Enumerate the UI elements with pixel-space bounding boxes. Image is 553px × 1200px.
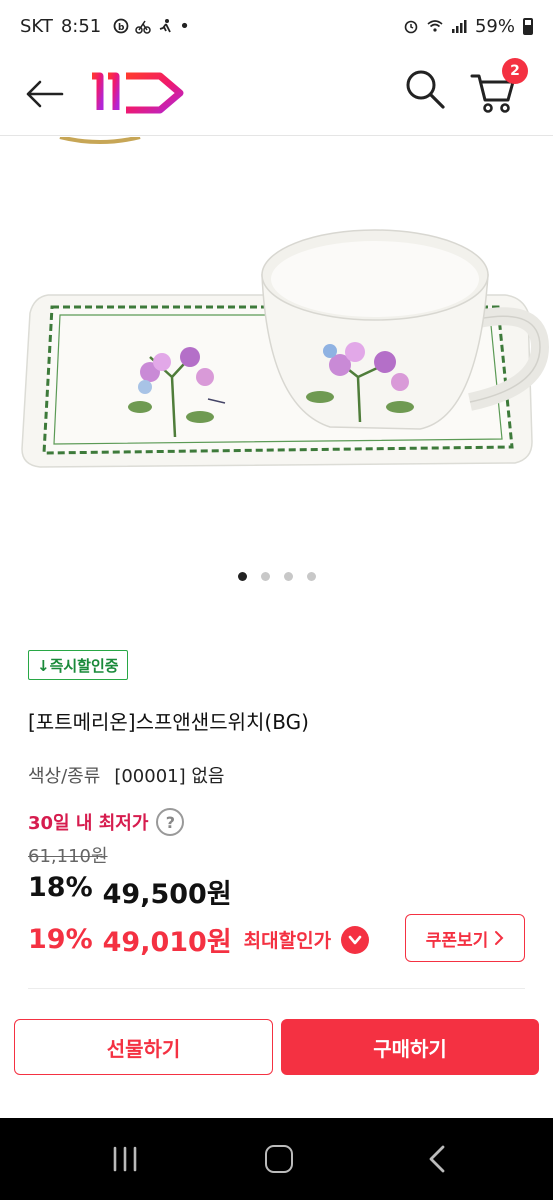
- search-button[interactable]: [402, 66, 448, 112]
- carousel-dots: [0, 572, 553, 581]
- carousel-dot[interactable]: [260, 572, 270, 581]
- alarm-icon: [404, 20, 418, 34]
- svg-text:b: b: [118, 23, 125, 33]
- sale-price-row: 18% 49,500원: [28, 872, 232, 911]
- carrier: SKT: [20, 15, 53, 37]
- original-price: 61,110원: [28, 846, 108, 867]
- product-image[interactable]: [0, 137, 553, 557]
- wifi-icon: [427, 20, 443, 32]
- eleven-street-logo-icon: [92, 72, 184, 114]
- option-value: [00001] 없음: [114, 766, 225, 787]
- back-button[interactable]: [22, 72, 66, 116]
- system-navigation-bar: [0, 1118, 553, 1200]
- home-button-icon[interactable]: [265, 1145, 293, 1173]
- more-notifications-dot: •: [179, 15, 190, 37]
- sale-price: 49,500원: [102, 879, 232, 910]
- status-right: 59%: [403, 16, 533, 37]
- coupon-button[interactable]: 쿠폰보기: [405, 914, 525, 962]
- clock: 8:51: [60, 15, 102, 37]
- lowest-price-row: 30일 내 최저가 ?: [28, 808, 185, 836]
- status-left: SKT 8:51 b •: [20, 16, 190, 37]
- help-icon[interactable]: ?: [156, 808, 185, 836]
- gift-button[interactable]: 선물하기: [14, 1019, 273, 1075]
- logo[interactable]: 11: [88, 66, 188, 118]
- lowest-price-label: 30일 내 최저가: [28, 813, 149, 834]
- chevron-right-icon: [495, 931, 504, 945]
- notification-icons: b •: [113, 16, 190, 37]
- instant-discount-badge: ↓즉시할인중: [28, 650, 128, 680]
- arrow-left-icon: [26, 80, 64, 108]
- max-discount-rate: 19%: [28, 924, 93, 955]
- divider: [28, 988, 525, 989]
- app-header: 11 2: [0, 52, 553, 136]
- status-bar: SKT 8:51 b • 59%: [0, 0, 553, 52]
- carousel-dot[interactable]: [283, 572, 293, 581]
- runner-icon: [159, 19, 172, 33]
- cart-count-badge: 2: [502, 58, 528, 84]
- cyclist-icon: [135, 20, 151, 34]
- product-title: [포트메리온]스프앤샌드위치(BG): [28, 710, 309, 734]
- product-photo: [21, 137, 550, 468]
- max-discount-row: 19% 49,010원 최대할인가: [28, 920, 370, 959]
- signal-icon: [451, 20, 467, 33]
- b-app-icon: b: [113, 18, 129, 34]
- carousel-dot-active[interactable]: [237, 572, 247, 581]
- max-discount-price: 49,010원: [102, 927, 232, 958]
- carousel-dot[interactable]: [306, 572, 316, 581]
- action-bar: 선물하기 구매하기: [0, 1005, 553, 1115]
- buy-button[interactable]: 구매하기: [281, 1019, 539, 1075]
- cart-button[interactable]: 2: [470, 58, 528, 114]
- recent-apps-icon[interactable]: [110, 1146, 140, 1172]
- sale-rate: 18%: [28, 872, 93, 903]
- battery-percent: 59%: [474, 15, 515, 37]
- chevron-down-icon: [348, 935, 362, 944]
- max-discount-label: 최대할인가: [243, 930, 332, 952]
- option-row: 색상/종류 [00001] 없음: [28, 762, 224, 788]
- system-back-icon[interactable]: [425, 1144, 449, 1174]
- option-label: 색상/종류: [28, 766, 101, 787]
- search-icon: [406, 70, 445, 109]
- coupon-button-label: 쿠폰보기: [425, 930, 489, 951]
- battery-icon: [523, 17, 533, 35]
- chevron-down-circle-icon[interactable]: [341, 925, 370, 954]
